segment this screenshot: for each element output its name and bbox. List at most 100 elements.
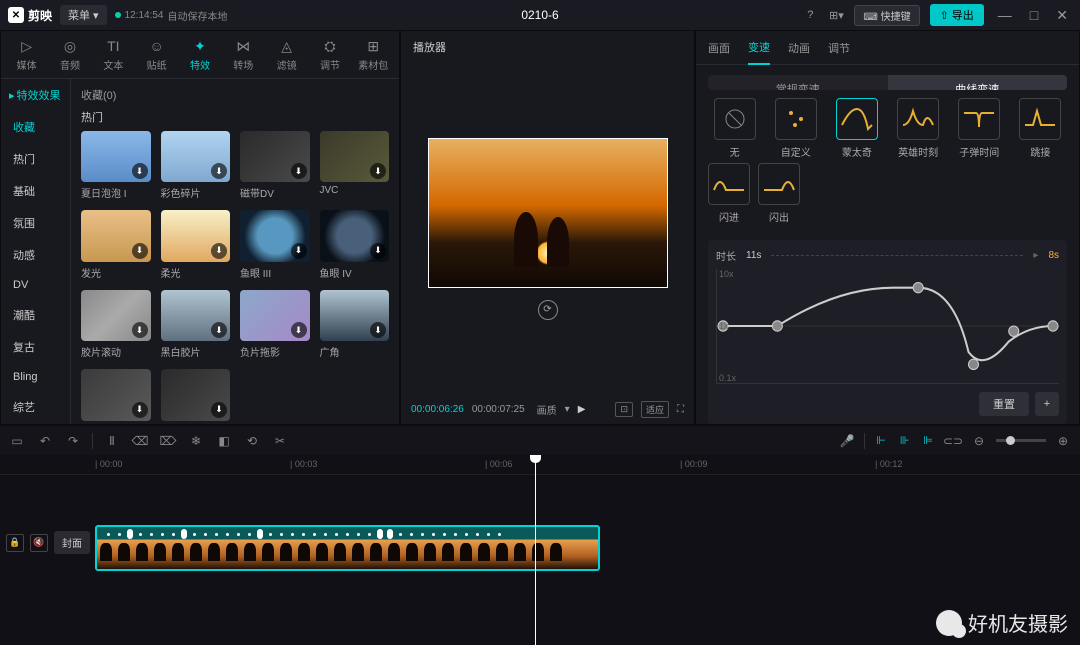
ratio-button[interactable]: ⊡ [615,402,633,417]
effect-item-6[interactable]: ⬇ 鱼眼 III [240,210,310,279]
snap1-icon[interactable]: ⊩ [873,434,889,447]
quality-label[interactable]: 画质 [537,402,557,417]
zoom-in-icon[interactable]: ⊕ [1054,432,1072,450]
sidebar-cat-5[interactable]: DV [1,271,70,299]
track-lock-icon[interactable]: 🔒 [6,534,24,552]
right-tab-3[interactable]: 调节 [828,32,850,64]
sidebar-cat-1[interactable]: 热门 [1,143,70,175]
speed-curve-graph[interactable]: 10x 1x 0.1x [716,269,1059,384]
right-tab-1[interactable]: 变速 [748,31,770,65]
split-icon[interactable]: Ⅱ [103,432,121,450]
effect-item-8[interactable]: ⬇ 胶片滚动 [81,290,151,359]
sidebar-cat-3[interactable]: 氛围 [1,207,70,239]
download-icon[interactable]: ⬇ [132,243,148,259]
toptab-7[interactable]: ⛭ 调节 [308,33,351,76]
close-icon[interactable]: ✕ [1052,7,1072,24]
speed-subtab-0[interactable]: 常规变速 [708,75,888,90]
right-tab-2[interactable]: 动画 [788,32,810,64]
sidebar-cat-8[interactable]: Bling [1,363,70,391]
download-icon[interactable]: ⬇ [211,402,227,418]
magnet-icon[interactable]: ⊂⊃ [944,432,962,450]
select-tool-icon[interactable]: ▭ [8,432,26,450]
toptab-0[interactable]: ▷ 媒体 [5,33,48,76]
preset-5[interactable]: 跳接 [1014,98,1067,159]
effect-item-7[interactable]: ⬇ 鱼眼 IV [320,210,390,279]
download-icon[interactable]: ⬇ [370,243,386,259]
menu-button[interactable]: 菜单 ▾ [60,5,107,25]
toptab-8[interactable]: ⊞ 素材包 [352,33,395,76]
preset-4[interactable]: 子弹时间 [953,98,1006,159]
track-mute-icon[interactable]: 🔇 [30,534,48,552]
toptab-1[interactable]: ◎ 音频 [48,33,91,76]
speed-subtab-1[interactable]: 曲线变速 [888,75,1068,90]
fullscreen-icon[interactable]: ⛶ [677,404,684,415]
maximize-icon[interactable]: □ [1026,7,1042,23]
sidebar-cat-6[interactable]: 潮酷 [1,299,70,331]
download-icon[interactable]: ⬇ [211,163,227,179]
video-clip[interactable] [95,525,600,571]
player-canvas[interactable] [428,138,668,288]
effect-item-2[interactable]: ⬇ 磁带DV [240,131,310,200]
delete-right-icon[interactable]: ⌦ [159,432,177,450]
effect-item-0[interactable]: ⬇ 夏日泡泡 I [81,131,151,200]
toptab-2[interactable]: TI 文本 [92,33,135,76]
download-icon[interactable]: ⬇ [370,163,386,179]
sidebar-cat-9[interactable]: 综艺 [1,391,70,423]
sidebar-cat-7[interactable]: 复古 [1,331,70,363]
sidebar-cat-10[interactable]: 爱心 [1,423,70,424]
sidebar-cat-2[interactable]: 基础 [1,175,70,207]
download-icon[interactable]: ⬇ [132,402,148,418]
toptab-3[interactable]: ☺ 贴纸 [135,33,178,76]
download-icon[interactable]: ⬇ [291,243,307,259]
snap3-icon[interactable]: ⊫ [920,434,936,447]
effect-item-13[interactable]: ⬇ [161,369,231,423]
redo-icon[interactable]: ↷ [64,432,82,450]
delete-left-icon[interactable]: ⌫ [131,432,149,450]
effect-item-11[interactable]: ⬇ 广角 [320,290,390,359]
shortcut-button[interactable]: ⌨ 快捷键 [854,5,919,26]
download-icon[interactable]: ⬇ [211,243,227,259]
right-tab-0[interactable]: 画面 [708,32,730,64]
zoom-slider[interactable] [996,439,1046,442]
freeze-icon[interactable]: ❄ [187,432,205,450]
mirror-icon[interactable]: ◧ [215,432,233,450]
download-icon[interactable]: ⬇ [291,163,307,179]
snap2-icon[interactable]: ⊪ [897,434,913,447]
effect-item-3[interactable]: ⬇ JVC [320,131,390,200]
effect-item-4[interactable]: ⬇ 发光 [81,210,151,279]
preset-1[interactable]: 自定义 [769,98,822,159]
preset2-0[interactable]: 闪进 [708,163,750,224]
add-point-button[interactable]: + [1035,392,1059,416]
toptab-5[interactable]: ⋈ 转场 [222,33,265,76]
effect-item-5[interactable]: ⬇ 柔光 [161,210,231,279]
rotate-icon[interactable]: ⟲ [243,432,261,450]
reset-button[interactable]: 重置 [979,392,1029,416]
minimize-icon[interactable]: — [994,7,1016,23]
effect-item-10[interactable]: ⬇ 负片拖影 [240,290,310,359]
quality-chevron-icon[interactable]: ▾ [565,404,570,415]
layout-icon[interactable]: ⊞▾ [828,7,844,23]
download-icon[interactable]: ⬇ [211,322,227,338]
mic-icon[interactable]: 🎤 [838,432,856,450]
playhead[interactable] [535,455,536,645]
download-icon[interactable]: ⬇ [132,322,148,338]
export-button[interactable]: ⇧ 导出 [930,4,984,26]
toptab-4[interactable]: ✦ 特效 [178,33,221,76]
sidebar-cat-0[interactable]: 收藏 [1,111,70,143]
crop-icon[interactable]: ✂ [271,432,289,450]
play-icon[interactable]: ▶ [578,404,586,415]
sidebar-cat-4[interactable]: 动感 [1,239,70,271]
help-icon[interactable]: ? [802,7,818,23]
cover-button[interactable]: 封面 [54,531,90,554]
download-icon[interactable]: ⬇ [291,322,307,338]
effect-item-12[interactable]: ⬇ [81,369,151,423]
zoom-out-icon[interactable]: ⊖ [970,432,988,450]
preset-2[interactable]: 蒙太奇 [830,98,883,159]
effect-item-9[interactable]: ⬇ 黑白胶片 [161,290,231,359]
preset2-1[interactable]: 闪出 [758,163,800,224]
sync-icon[interactable]: ⟳ [538,300,558,320]
preset-3[interactable]: 英雄时刻 [892,98,945,159]
fit-button[interactable]: 适应 [641,401,669,418]
toptab-6[interactable]: ◬ 滤镜 [265,33,308,76]
download-icon[interactable]: ⬇ [132,163,148,179]
